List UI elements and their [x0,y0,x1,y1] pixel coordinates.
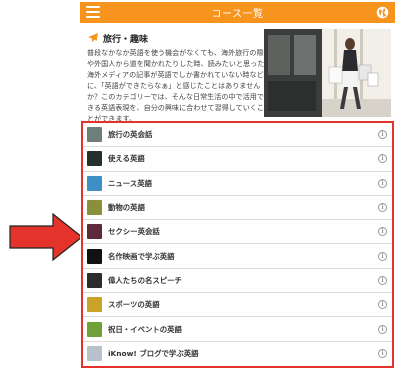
globe-icon[interactable] [376,6,389,19]
course-row-movies[interactable]: 名作映画で学ぶ英語 i [83,245,392,269]
course-thumbnail [87,200,102,216]
course-label: スポーツの英語 [108,300,160,310]
category-photo [264,29,391,117]
course-row-speeches[interactable]: 偉人たちの名スピーチ i [83,269,392,294]
course-label: 使える英語 [108,154,145,164]
course-row-news[interactable]: ニュース英語 i [83,172,392,196]
course-row-useful[interactable]: 使える英語 i [83,147,392,172]
info-icon[interactable]: i [378,349,387,359]
info-icon[interactable]: i [378,154,387,164]
course-row-travel[interactable]: 旅行の英会話 i [83,123,392,148]
course-label: 旅行の英会話 [108,130,153,140]
course-list: 旅行の英会話 i 使える英語 i ニュース英語 i 動物の英語 i セクシー英会… [81,121,394,368]
info-icon[interactable]: i [378,130,387,140]
course-label: セクシー英会話 [108,227,160,237]
course-label: iKnow! ブログで学ぶ英語 [108,349,199,359]
info-icon[interactable]: i [378,300,387,310]
course-label: 祝日・イベントの英語 [108,324,182,334]
course-row-sexy[interactable]: セクシー英会話 i [83,220,392,245]
info-icon[interactable]: i [378,227,387,237]
category-intro: 旅行・趣味 普段なかなか英語を使う機会がなくても、海外旅行の際や外国人から道を聞… [80,23,395,123]
category-description: 普段なかなか英語を使う機会がなくても、海外旅行の際や外国人から道を聞かれたりした… [87,48,265,123]
course-thumbnail [87,127,102,143]
course-thumbnail [87,151,102,167]
course-thumbnail [87,346,102,362]
course-thumbnail [87,224,102,240]
info-icon[interactable]: i [378,275,387,285]
course-label: 偉人たちの名スピーチ [108,275,182,285]
category-title: 旅行・趣味 [103,34,149,45]
course-label: 名作映画で学ぶ英語 [108,251,175,261]
info-icon[interactable]: i [378,324,387,334]
course-thumbnail [87,321,102,337]
course-row-animals[interactable]: 動物の英語 i [83,196,392,221]
page-title: コース一覧 [211,9,264,20]
course-thumbnail [87,297,102,313]
course-thumbnail [87,175,102,191]
course-label: 動物の英語 [108,203,145,213]
red-arrow-icon [9,213,83,261]
course-row-holidays[interactable]: 祝日・イベントの英語 i [83,317,392,342]
course-label: ニュース英語 [108,178,152,188]
app-frame: コース一覧 旅行・趣味 普段なかなか英語を使う機会がなくても、海外旅行の際や外国… [80,2,395,373]
plane-icon [88,33,98,43]
course-thumbnail [87,248,102,264]
info-icon[interactable]: i [378,251,387,261]
course-thumbnail [87,272,102,288]
course-row-blog[interactable]: iKnow! ブログで学ぶ英語 i [83,342,392,366]
info-icon[interactable]: i [378,178,387,188]
category-heading: 旅行・趣味 [87,31,148,45]
info-icon[interactable]: i [378,203,387,213]
course-row-sports[interactable]: スポーツの英語 i [83,293,392,318]
top-bar: コース一覧 [80,2,395,23]
